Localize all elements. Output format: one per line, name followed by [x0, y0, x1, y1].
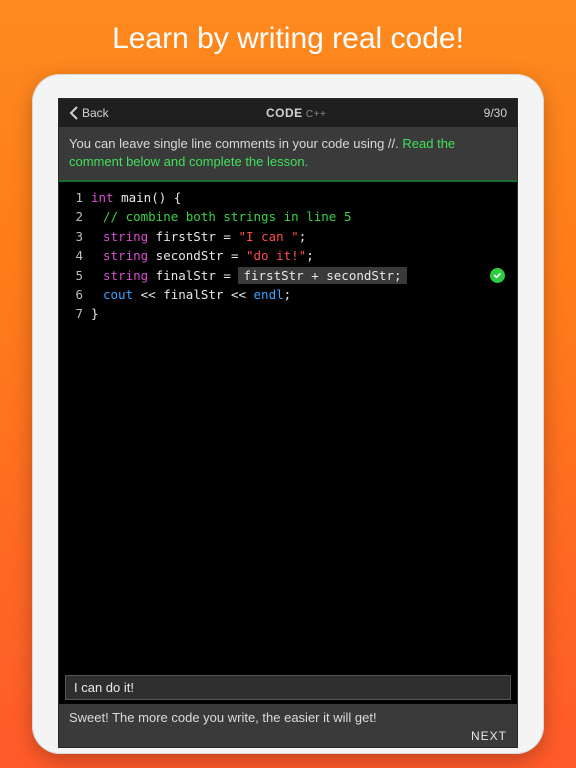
code-line: 6 cout << finalStr << endl; [65, 285, 511, 304]
code-text: << finalStr << [133, 287, 253, 302]
title-main: CODE [266, 106, 303, 120]
tablet-frame: Back CODE C++ 9/30 You can leave single … [32, 74, 544, 754]
output-box: I can do it! [65, 675, 511, 700]
lesson-progress: 9/30 [484, 106, 507, 120]
line-number: 1 [65, 188, 83, 207]
top-bar: Back CODE C++ 9/30 [59, 99, 517, 127]
line-number: 3 [65, 227, 83, 246]
instruction-bar: You can leave single line comments in yo… [59, 127, 517, 182]
keyword: string [103, 229, 148, 244]
code-line: 1 int main() { [65, 188, 511, 207]
keyword: string [103, 248, 148, 263]
back-label: Back [82, 106, 109, 120]
code-text: firstStr = [148, 229, 238, 244]
code-text: } [91, 304, 99, 323]
io-keyword: endl [254, 287, 284, 302]
promo-headline: Learn by writing real code! [112, 0, 464, 74]
next-button[interactable]: NEXT [69, 729, 507, 743]
code-line: 3 string firstStr = "I can "; [65, 227, 511, 246]
footer-message: Sweet! The more code you write, the easi… [69, 710, 507, 725]
instruction-text: You can leave single line comments in yo… [69, 136, 402, 151]
chevron-left-icon [69, 106, 79, 120]
io-keyword: cout [103, 287, 133, 302]
comment: // combine both strings in line 5 [103, 209, 351, 224]
code-text: ; [299, 229, 307, 244]
line-number: 7 [65, 304, 83, 323]
code-text: finalStr = [148, 268, 238, 283]
promo-background: Learn by writing real code! Back CODE C+… [0, 0, 576, 768]
back-button[interactable]: Back [69, 106, 109, 120]
app-title: CODE C++ [266, 106, 326, 120]
code-text: ; [306, 248, 314, 263]
checkmark-icon [490, 268, 505, 283]
code-line: 2 // combine both strings in line 5 [65, 207, 511, 226]
keyword: string [103, 268, 148, 283]
code-line: 4 string secondStr = "do it!"; [65, 246, 511, 265]
code-text: secondStr = [148, 248, 246, 263]
line-number: 2 [65, 207, 83, 226]
title-sub: C++ [303, 109, 327, 120]
code-text: ; [284, 287, 292, 302]
string-literal: "do it!" [246, 248, 306, 263]
string-literal: "I can " [238, 229, 298, 244]
code-editor[interactable]: 1 int main() { 2 // combine both strings… [59, 182, 517, 675]
keyword: int [91, 190, 114, 205]
code-line: 7 } [65, 304, 511, 323]
user-code-input[interactable]: firstStr + secondStr; [238, 267, 406, 284]
code-line: 5 string finalStr = firstStr + secondStr… [65, 266, 511, 285]
line-number: 4 [65, 246, 83, 265]
line-number: 6 [65, 285, 83, 304]
code-text: main() { [114, 190, 182, 205]
footer-bar: Sweet! The more code you write, the easi… [59, 704, 517, 747]
app-screen: Back CODE C++ 9/30 You can leave single … [58, 98, 518, 748]
line-number: 5 [65, 266, 83, 285]
